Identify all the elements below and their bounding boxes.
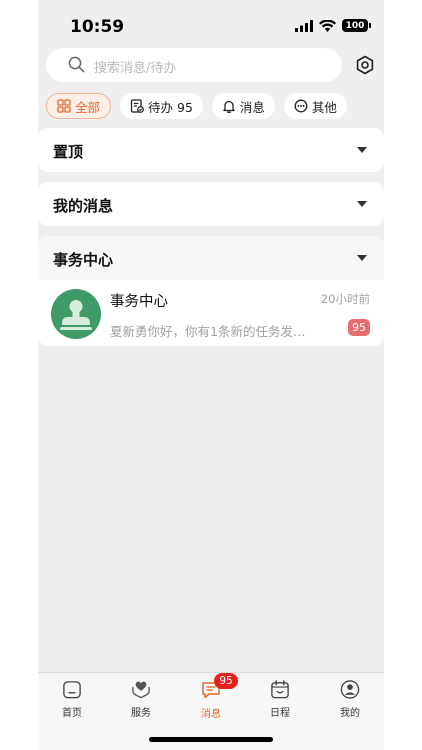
section-affairs-center: 事务中心 事务中心 20小时前 夏新勇你好，你有1条新的任务发… 95 xyxy=(38,236,384,346)
list-item[interactable]: 事务中心 20小时前 夏新勇你好，你有1条新的任务发… 95 xyxy=(38,280,384,346)
wifi-icon xyxy=(319,19,336,32)
tab-label: 日程 xyxy=(270,708,290,719)
tab-badge: 95 xyxy=(214,673,238,689)
chip-label: 待办 95 xyxy=(148,99,193,115)
section-title: 事务中心 xyxy=(53,251,114,269)
phone-screen: 10:59 100 搜索消息/待办 全部 待办 95 消息 其他 置顶 我的消息… xyxy=(38,0,384,750)
avatar xyxy=(51,289,101,339)
grid-icon xyxy=(57,99,71,113)
message-title: 事务中心 xyxy=(110,294,168,310)
caret-down-icon xyxy=(357,201,367,207)
search-icon xyxy=(68,56,85,73)
message-time: 20小时前 xyxy=(320,292,370,306)
chip-todo[interactable]: 待办 95 xyxy=(120,93,203,119)
bell-icon xyxy=(223,100,235,113)
tab-label: 我的 xyxy=(340,708,360,719)
home-icon xyxy=(63,681,81,699)
search-row: 搜索消息/待办 xyxy=(46,48,376,82)
tab-label: 首页 xyxy=(62,708,82,719)
chip-other[interactable]: 其他 xyxy=(283,93,347,119)
more-icon xyxy=(294,99,308,113)
todo-icon xyxy=(130,99,144,113)
section-my-messages[interactable]: 我的消息 xyxy=(38,182,384,226)
tab-calendar[interactable]: 日程 xyxy=(250,679,310,719)
chip-label: 全部 xyxy=(75,99,101,115)
settings-icon[interactable] xyxy=(354,54,376,76)
battery-level: 100 xyxy=(345,20,365,31)
tab-home[interactable]: 首页 xyxy=(42,679,102,719)
tab-label: 消息 xyxy=(201,709,221,720)
caret-down-icon xyxy=(357,147,367,153)
chip-all[interactable]: 全部 xyxy=(46,93,112,119)
status-time: 10:59 xyxy=(70,17,125,37)
section-title: 我的消息 xyxy=(53,197,114,215)
section-header[interactable]: 事务中心 xyxy=(38,236,384,280)
profile-icon xyxy=(340,680,360,699)
stamp-icon xyxy=(60,300,92,330)
search-placeholder: 搜索消息/待办 xyxy=(94,61,177,76)
message-icon-wrap: 95 xyxy=(200,673,238,701)
status-bar: 10:59 100 xyxy=(38,0,384,44)
search-input[interactable]: 搜索消息/待办 xyxy=(46,48,342,82)
tab-label: 服务 xyxy=(131,708,151,719)
signal-icon xyxy=(295,19,313,32)
caret-down-icon xyxy=(357,255,367,261)
tab-profile[interactable]: 我的 xyxy=(320,679,380,719)
tab-messages[interactable]: 95 消息 xyxy=(181,673,241,720)
battery-icon: 100 xyxy=(342,19,371,32)
message-preview: 夏新勇你好，你有1条新的任务发… xyxy=(110,324,306,339)
chip-label: 其他 xyxy=(311,99,337,115)
section-title: 置顶 xyxy=(53,143,84,161)
calendar-icon xyxy=(271,680,289,699)
tab-service[interactable]: 服务 xyxy=(111,679,171,719)
chip-messages[interactable]: 消息 xyxy=(211,93,275,119)
section-pinned[interactable]: 置顶 xyxy=(38,128,384,172)
chip-label: 消息 xyxy=(239,99,265,115)
filter-chips: 全部 待办 95 消息 其他 xyxy=(46,93,347,119)
unread-badge: 95 xyxy=(348,319,370,336)
status-icons: 100 xyxy=(295,19,371,32)
service-heart-icon xyxy=(132,681,150,699)
home-indicator xyxy=(149,737,273,742)
